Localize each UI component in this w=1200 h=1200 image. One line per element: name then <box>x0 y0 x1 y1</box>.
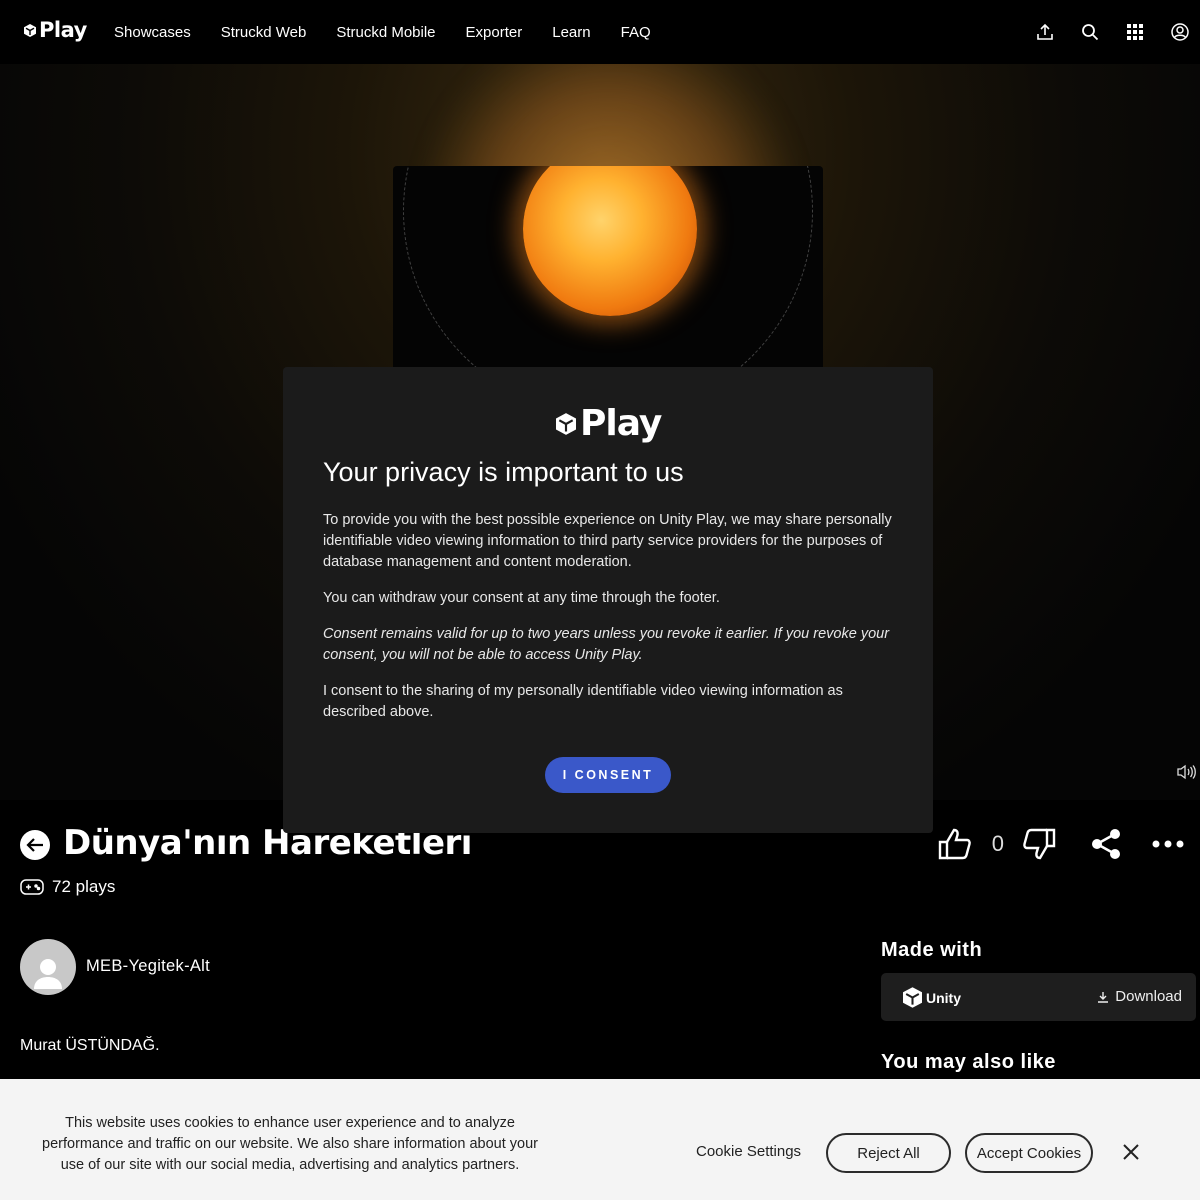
unity-cube-icon <box>556 412 576 435</box>
modal-unity-play-logo: Play <box>556 403 662 444</box>
search-icon[interactable] <box>1078 20 1102 44</box>
thumbs-up-icon <box>938 828 971 860</box>
you-may-also-like-heading: You may also like <box>881 1051 1056 1073</box>
i-consent-button[interactable]: I CONSENT <box>545 757 671 793</box>
cookie-banner-text: This website uses cookies to enhance use… <box>42 1115 538 1173</box>
cookie-banner: This website uses cookies to enhance use… <box>0 1079 1200 1200</box>
unity-logo: Unity <box>903 987 961 1008</box>
modal-paragraph-2: You can withdraw your consent at any tim… <box>323 590 720 606</box>
close-icon[interactable] <box>1122 1143 1140 1166</box>
download-button[interactable]: Download <box>1097 988 1182 1005</box>
download-icon <box>1098 991 1109 1003</box>
modal-paragraph-4: I consent to the sharing of my personall… <box>323 683 843 720</box>
more-options-button[interactable] <box>1152 840 1184 848</box>
logo-text: Play <box>39 18 87 42</box>
modal-title: Your privacy is important to us <box>323 457 684 487</box>
nav-learn[interactable]: Learn <box>552 24 590 41</box>
back-button[interactable] <box>20 830 50 860</box>
unity-engine-card: Unity Download <box>881 973 1196 1021</box>
author-name[interactable]: MEB-Yegitek-Alt <box>86 957 210 976</box>
user-placeholder-icon <box>34 959 62 989</box>
modal-logo-text: Play <box>580 403 662 444</box>
unity-logo-text: Unity <box>926 989 961 1006</box>
arrow-left-icon <box>26 838 43 852</box>
nav-struckd-web[interactable]: Struckd Web <box>221 24 307 41</box>
top-navigation-bar: Play Showcases Struckd Web Struckd Mobil… <box>0 0 1200 64</box>
dislike-button[interactable] <box>1022 828 1056 860</box>
apps-grid-icon[interactable] <box>1123 20 1147 44</box>
download-label: Download <box>1115 988 1182 1005</box>
modal-paragraph-3: Consent remains valid for up to two year… <box>323 626 890 663</box>
nav-showcases[interactable]: Showcases <box>114 24 191 41</box>
modal-paragraph-1: To provide you with the best possible ex… <box>323 512 892 570</box>
like-button[interactable] <box>938 828 972 860</box>
unity-cube-icon <box>903 987 922 1008</box>
header-icon-group <box>1033 20 1192 44</box>
nav-exporter[interactable]: Exporter <box>466 24 523 41</box>
privacy-consent-modal: Play Your privacy is important to us To … <box>283 367 933 833</box>
upload-icon[interactable] <box>1033 20 1057 44</box>
cookie-settings-link[interactable]: Cookie Settings <box>696 1143 801 1160</box>
unity-play-logo[interactable]: Play <box>24 18 87 42</box>
play-count-text: 72 plays <box>52 877 116 896</box>
play-count: 72 plays <box>20 877 115 897</box>
more-horizontal-icon <box>1152 840 1184 848</box>
game-description: Murat ÜSTÜNDAĞ. <box>20 1037 160 1054</box>
unity-cube-icon <box>24 23 36 37</box>
nav-struckd-mobile[interactable]: Struckd Mobile <box>336 24 435 41</box>
account-icon[interactable] <box>1168 20 1192 44</box>
share-button[interactable] <box>1090 828 1122 860</box>
accept-cookies-button[interactable]: Accept Cookies <box>965 1133 1093 1173</box>
like-count: 0 <box>991 831 1004 856</box>
share-icon <box>1092 829 1120 859</box>
game-actions: 0 <box>938 828 1184 860</box>
gamepad-icon <box>20 879 44 895</box>
nav-faq[interactable]: FAQ <box>621 24 651 41</box>
reject-all-button[interactable]: Reject All <box>826 1133 951 1173</box>
made-with-heading: Made with <box>881 939 983 961</box>
author-avatar[interactable] <box>20 939 76 995</box>
volume-icon[interactable] <box>1176 764 1196 785</box>
thumbs-down-icon <box>1023 828 1056 860</box>
main-nav: Showcases Struckd Web Struckd Mobile Exp… <box>114 0 681 64</box>
